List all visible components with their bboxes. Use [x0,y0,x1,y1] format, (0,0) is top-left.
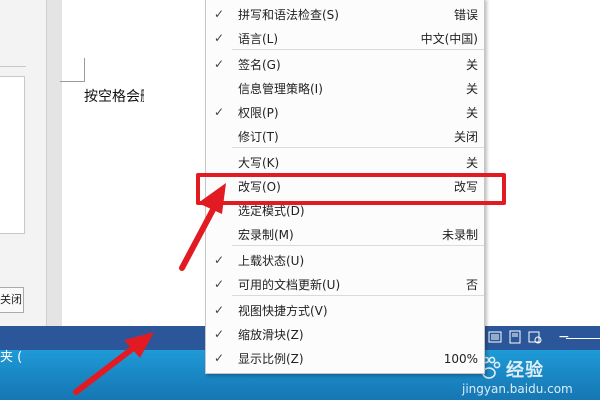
menu-item-label: 缩放滑块(Z) [238,328,304,342]
checkmark-icon: ✓ [214,351,225,365]
checkmark-icon: ✓ [214,277,225,291]
watermark-title: 经验 [506,360,544,381]
print-layout-view-icon[interactable] [508,330,522,344]
menu-separator [232,49,484,50]
watermark-url: jingyan.baidu.com [462,382,573,396]
menu-item-label: 拼写和语法检查(S) [238,8,339,22]
menu-item[interactable]: 修订(T) 关闭 [206,125,484,149]
web-layout-view-icon[interactable] [528,330,542,344]
menu-item[interactable]: ✓ 权限(P) 关 [206,101,484,125]
menu-item-value: 中文(中国) [420,32,478,46]
menu-item[interactable]: ✓ 显示比例(Z) 100% [206,347,484,371]
read-mode-view-icon[interactable] [488,330,502,344]
menu-item[interactable]: 宏录制(M) 未录制 [206,223,484,247]
checkmark-icon: ✓ [214,7,225,21]
menu-item-label: 签名(G) [238,58,281,72]
menu-item[interactable]: 信息管理策略(I) 关 [206,77,484,101]
menu-item[interactable]: ✓ 语言(L) 中文(中国) [206,27,484,51]
checkmark-icon: ✓ [214,327,225,341]
checkmark-icon [214,203,226,217]
menu-item-label: 可用的文档更新(U) [238,278,341,292]
menu-item-value: 错误 [453,8,478,22]
menu-item[interactable]: 大写(K) 关 [206,151,484,175]
menu-item-value: 关闭 [453,130,478,144]
zoom-out-icon[interactable]: − [558,329,570,345]
menu-item-label: 信息管理策略(I) [238,82,323,96]
menu-item-label: 宏录制(M) [238,228,294,242]
zoom-slider[interactable] [566,338,600,339]
menu-item-label: 权限(P) [238,106,279,120]
menu-item[interactable]: ✓ 签名(G) 关 [206,53,484,77]
screen: 关闭 按空格会删除 − 夹 ( 经验 jingyan.baidu.com ✓ 拼写… [0,0,600,400]
checkmark-icon: ✓ [214,31,225,45]
checkmark-icon [214,129,226,143]
menu-item[interactable]: ✓ 视图快捷方式(V) [206,299,484,323]
menu-item-value: 关 [465,156,478,170]
pane-divider [0,66,26,67]
checkmark-icon [214,155,226,169]
menu-item-label: 上载状态(U) [238,254,305,268]
margin-corner-mark [84,58,85,82]
menu-item-value: 关 [465,106,478,120]
pane-content-box [0,76,25,234]
menu-item-label: 选定模式(D) [238,204,305,218]
menu-item-label: 语言(L) [238,32,279,46]
menu-item[interactable]: ✓ 上载状态(U) [206,249,484,273]
menu-item-label: 视图快捷方式(V) [238,304,328,318]
menu-item-label: 显示比例(Z) [238,352,304,366]
checkmark-icon [214,81,226,95]
menu-separator [232,295,484,296]
menu-item[interactable]: ✓ 拼写和语法检查(S) 错误 [206,3,484,27]
close-pane-button[interactable]: 关闭 [0,287,24,313]
menu-item-value: 关 [465,82,478,96]
menu-item[interactable]: ✓ 可用的文档更新(U) 否 [206,273,484,297]
navigation-pane: 关闭 [0,0,47,326]
checkmark-icon: ✓ [214,105,225,119]
menu-separator [232,245,484,246]
highlight-box [196,173,506,205]
menu-item-value: 100% [443,352,478,366]
checkmark-icon: ✓ [214,253,225,267]
checkmark-icon: ✓ [214,57,225,71]
menu-item-label: 修订(T) [238,130,279,144]
margin-corner-mark-h [60,81,84,82]
taskbar-window-title[interactable]: 夹 ( [0,346,22,365]
checkmark-icon [214,227,226,241]
menu-item[interactable]: ✓ 缩放滑块(Z) [206,323,484,347]
menu-item-label: 大写(K) [238,156,280,170]
menu-item-value: 未录制 [441,228,478,242]
menu-item-value: 关 [465,58,478,72]
document-body-text[interactable]: 按空格会删除 [84,86,144,106]
menu-separator [232,147,484,148]
checkmark-icon: ✓ [214,303,225,317]
menu-item-value: 否 [465,278,478,292]
